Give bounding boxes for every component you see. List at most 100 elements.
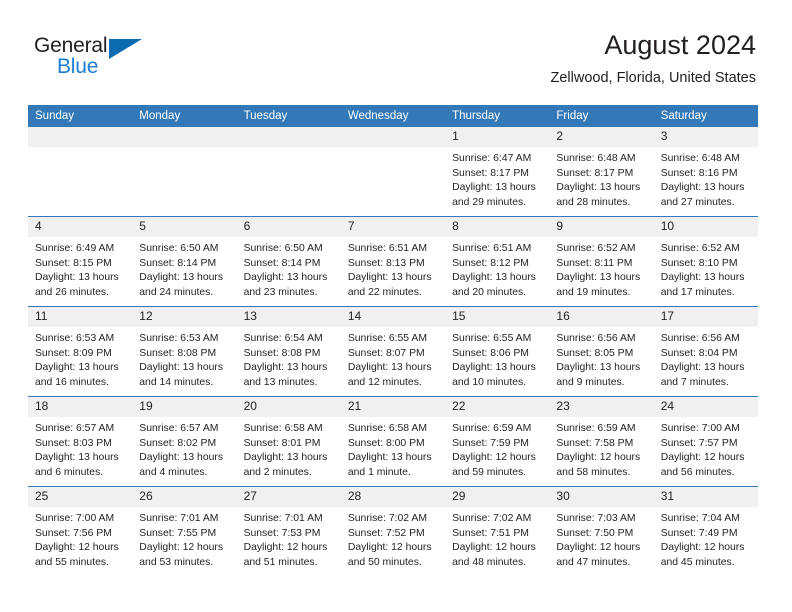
calendar-day-cell[interactable]: 30 Sunrise: 7:03 AM Sunset: 7:50 PM Dayligh… xyxy=(549,486,654,576)
weekday-header-tuesday: Tuesday xyxy=(236,105,341,127)
sunrise-time: Sunrise: 6:47 AM xyxy=(452,153,532,164)
daylight-duration-line2: and 48 minutes. xyxy=(452,556,527,568)
general-blue-logo[interactable]: General Blue xyxy=(34,34,174,80)
sunrise-time: Sunrise: 6:57 AM xyxy=(139,423,219,434)
calendar-day-cell[interactable]: 26 Sunrise: 7:01 AM Sunset: 7:55 PM Dayligh… xyxy=(132,486,237,576)
calendar-day-cell[interactable]: 28 Sunrise: 7:02 AM Sunset: 7:52 PM Dayligh… xyxy=(340,486,446,576)
calendar-cell-empty xyxy=(236,127,341,217)
daylight-duration-line1: Daylight: 13 hours xyxy=(243,362,328,374)
day-details: Sunrise: 6:59 AM Sunset: 7:59 PM Daylight:… xyxy=(445,417,549,480)
calendar-page: General Blue August 2024 Zellwood, Flori… xyxy=(0,0,792,612)
day-number: 5 xyxy=(132,217,237,237)
day-number: 30 xyxy=(549,487,654,507)
sunset-time: Sunset: 8:17 PM xyxy=(452,167,529,179)
calendar-day-cell[interactable]: 15 Sunrise: 6:55 AM Sunset: 8:06 PM Dayligh… xyxy=(445,306,550,397)
calendar-day-cell[interactable]: 29 Sunrise: 7:02 AM Sunset: 7:51 PM Dayligh… xyxy=(445,486,550,576)
day-number xyxy=(132,127,237,147)
sunrise-time: Sunrise: 7:00 AM xyxy=(660,423,740,434)
calendar-day-cell[interactable]: 4 Sunrise: 6:49 AM Sunset: 8:15 PM Daylight… xyxy=(28,216,133,307)
day-number: 8 xyxy=(445,217,550,237)
calendar-day-cell[interactable]: 2 Sunrise: 6:48 AM Sunset: 8:17 PM Daylight… xyxy=(549,127,654,217)
day-details: Sunrise: 6:56 AM Sunset: 8:05 PM Daylight:… xyxy=(549,327,653,390)
day-details: Sunrise: 7:04 AM Sunset: 7:49 PM Daylight:… xyxy=(654,507,758,570)
weekday-header-row: Sunday Monday Tuesday Wednesday Thursday… xyxy=(28,105,758,127)
calendar-day-cell[interactable]: 31 Sunrise: 7:04 AM Sunset: 7:49 PM Dayligh… xyxy=(653,486,758,576)
calendar-day-cell[interactable]: 23 Sunrise: 6:59 AM Sunset: 7:58 PM Dayligh… xyxy=(549,396,654,487)
calendar-day-cell[interactable]: 16 Sunrise: 6:56 AM Sunset: 8:05 PM Dayligh… xyxy=(549,306,654,397)
page-header: General Blue August 2024 Zellwood, Flori… xyxy=(0,0,792,100)
calendar-day-cell[interactable]: 13 Sunrise: 6:54 AM Sunset: 8:08 PM Dayligh… xyxy=(236,306,341,397)
sunrise-time: Sunrise: 7:03 AM xyxy=(556,513,636,524)
sunrise-time: Sunrise: 6:57 AM xyxy=(35,423,115,434)
daylight-duration-line1: Daylight: 12 hours xyxy=(660,452,745,464)
sunset-time: Sunset: 8:10 PM xyxy=(660,257,738,269)
day-details: Sunrise: 6:55 AM Sunset: 8:07 PM Daylight:… xyxy=(341,327,445,390)
day-number: 11 xyxy=(28,307,133,327)
daylight-duration-line2: and 53 minutes. xyxy=(139,556,214,568)
daylight-duration-line2: and 20 minutes. xyxy=(452,286,527,298)
daylight-duration-line2: and 16 minutes. xyxy=(35,376,109,388)
daylight-duration-line2: and 59 minutes. xyxy=(452,466,527,478)
calendar-day-cell[interactable]: 14 Sunrise: 6:55 AM Sunset: 8:07 PM Dayligh… xyxy=(340,306,446,397)
sunrise-time: Sunrise: 6:56 AM xyxy=(660,333,740,344)
day-number: 22 xyxy=(445,397,550,417)
daylight-duration-line1: Daylight: 13 hours xyxy=(35,452,119,464)
sunset-time: Sunset: 8:08 PM xyxy=(139,347,217,359)
day-number: 29 xyxy=(445,487,550,507)
daylight-duration-line2: and 28 minutes. xyxy=(556,196,631,208)
sunset-time: Sunset: 7:53 PM xyxy=(243,527,321,539)
calendar-day-cell[interactable]: 6 Sunrise: 6:50 AM Sunset: 8:14 PM Daylight… xyxy=(236,216,341,307)
daylight-duration-line2: and 13 minutes. xyxy=(243,376,318,388)
calendar-day-cell[interactable]: 11 Sunrise: 6:53 AM Sunset: 8:09 PM Dayligh… xyxy=(28,306,133,397)
daylight-duration-line2: and 6 minutes. xyxy=(35,466,104,478)
calendar-day-cell[interactable]: 3 Sunrise: 6:48 AM Sunset: 8:16 PM Daylight… xyxy=(653,127,758,217)
day-number: 17 xyxy=(653,307,758,327)
calendar-day-cell[interactable]: 12 Sunrise: 6:53 AM Sunset: 8:08 PM Dayligh… xyxy=(132,306,237,397)
sunset-time: Sunset: 8:16 PM xyxy=(660,167,738,179)
sunset-time: Sunset: 7:55 PM xyxy=(139,527,217,539)
daylight-duration-line2: and 17 minutes. xyxy=(660,286,735,298)
day-details: Sunrise: 7:03 AM Sunset: 7:50 PM Daylight:… xyxy=(549,507,653,570)
calendar-day-cell[interactable]: 9 Sunrise: 6:52 AM Sunset: 8:11 PM Daylight… xyxy=(549,216,654,307)
sunrise-time: Sunrise: 6:59 AM xyxy=(556,423,636,434)
calendar-day-cell[interactable]: 10 Sunrise: 6:52 AM Sunset: 8:10 PM Dayligh… xyxy=(653,216,758,307)
daylight-duration-line1: Daylight: 13 hours xyxy=(452,182,536,194)
daylight-duration-line1: Daylight: 13 hours xyxy=(139,362,224,374)
sunset-time: Sunset: 8:03 PM xyxy=(35,437,112,449)
sunset-time: Sunset: 8:15 PM xyxy=(35,257,112,269)
day-details: Sunrise: 6:55 AM Sunset: 8:06 PM Daylight:… xyxy=(445,327,549,390)
calendar-day-cell[interactable]: 24 Sunrise: 7:00 AM Sunset: 7:57 PM Dayligh… xyxy=(653,396,758,487)
calendar-day-cell[interactable]: 27 Sunrise: 7:01 AM Sunset: 7:53 PM Dayligh… xyxy=(236,486,341,576)
daylight-duration-line2: and 10 minutes. xyxy=(452,376,527,388)
calendar-week-row: 18 Sunrise: 6:57 AM Sunset: 8:03 PM Dayligh… xyxy=(28,396,758,487)
calendar-day-cell[interactable]: 7 Sunrise: 6:51 AM Sunset: 8:13 PM Daylight… xyxy=(340,216,446,307)
sunset-time: Sunset: 7:59 PM xyxy=(452,437,529,449)
day-number: 3 xyxy=(653,127,758,147)
calendar-day-cell[interactable]: 17 Sunrise: 6:56 AM Sunset: 8:04 PM Dayligh… xyxy=(653,306,758,397)
sunrise-time: Sunrise: 6:53 AM xyxy=(35,333,115,344)
calendar-day-cell[interactable]: 5 Sunrise: 6:50 AM Sunset: 8:14 PM Daylight… xyxy=(132,216,237,307)
calendar-day-cell[interactable]: 22 Sunrise: 6:59 AM Sunset: 7:59 PM Dayligh… xyxy=(445,396,550,487)
daylight-duration-line1: Daylight: 13 hours xyxy=(347,452,432,464)
day-details: Sunrise: 6:58 AM Sunset: 8:00 PM Daylight:… xyxy=(341,417,445,480)
calendar-day-cell[interactable]: 8 Sunrise: 6:51 AM Sunset: 8:12 PM Daylight… xyxy=(445,216,550,307)
daylight-duration-line2: and 19 minutes. xyxy=(556,286,631,298)
calendar-week-row: 11 Sunrise: 6:53 AM Sunset: 8:09 PM Dayligh… xyxy=(28,306,758,397)
calendar-day-cell[interactable]: 21 Sunrise: 6:58 AM Sunset: 8:00 PM Dayligh… xyxy=(340,396,446,487)
calendar-day-cell[interactable]: 19 Sunrise: 6:57 AM Sunset: 8:02 PM Dayligh… xyxy=(132,396,237,487)
calendar-day-cell[interactable]: 1 Sunrise: 6:47 AM Sunset: 8:17 PM Daylight… xyxy=(445,127,550,217)
day-details: Sunrise: 6:59 AM Sunset: 7:58 PM Daylight:… xyxy=(549,417,653,480)
daylight-duration-line2: and 24 minutes. xyxy=(139,286,214,298)
calendar-week-row: 1 Sunrise: 6:47 AM Sunset: 8:17 PM Daylight… xyxy=(28,127,758,217)
day-details: Sunrise: 6:53 AM Sunset: 8:08 PM Daylight:… xyxy=(132,327,236,390)
calendar-day-cell[interactable]: 25 Sunrise: 7:00 AM Sunset: 7:56 PM Dayligh… xyxy=(28,486,133,576)
calendar-week-row: 4 Sunrise: 6:49 AM Sunset: 8:15 PM Daylight… xyxy=(28,216,758,307)
sunrise-time: Sunrise: 6:53 AM xyxy=(139,333,219,344)
sunrise-time: Sunrise: 6:50 AM xyxy=(243,243,323,254)
calendar-day-cell[interactable]: 20 Sunrise: 6:58 AM Sunset: 8:01 PM Dayligh… xyxy=(236,396,341,487)
daylight-duration-line2: and 51 minutes. xyxy=(243,556,318,568)
calendar-day-cell[interactable]: 18 Sunrise: 6:57 AM Sunset: 8:03 PM Dayligh… xyxy=(28,396,133,487)
sunrise-time: Sunrise: 6:48 AM xyxy=(556,153,636,164)
sunset-time: Sunset: 8:14 PM xyxy=(243,257,321,269)
sunset-time: Sunset: 8:07 PM xyxy=(347,347,425,359)
